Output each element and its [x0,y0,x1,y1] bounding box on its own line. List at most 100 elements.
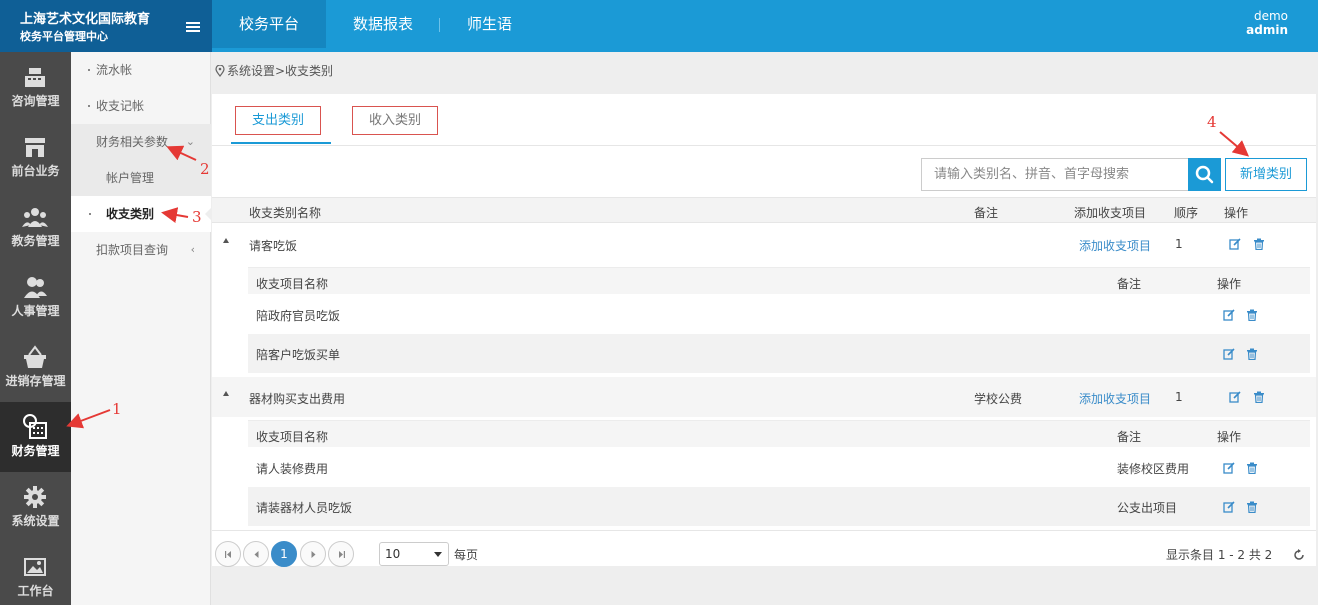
trash-icon[interactable] [1253,238,1265,250]
submenu-item-bookkeeping[interactable]: 收支记帐 [71,88,211,124]
storefront-icon [25,138,45,157]
per-page-select[interactable]: 10 [379,542,449,566]
top-bar: 上海艺术文化国际教育 校务平台管理中心 校务平台 数据报表 师生语 demo a… [0,0,1318,52]
page-number-button[interactable]: 1 [271,541,297,567]
edit-icon[interactable] [1223,348,1235,360]
table-row: 请客吃饭 添加收支项目 1 [212,224,1316,264]
breadcrumb: 系统设置>收支类别 [212,52,1318,90]
tab-bar: 支出类别 收入类别 [212,94,1316,146]
add-category-button[interactable]: 新增类别 [1225,158,1307,191]
submenu-item-deduction-query[interactable]: 扣款项目查询 ‹ [71,232,211,268]
submenu-item-accounts[interactable]: 帐户管理 [71,160,211,196]
add-item-link[interactable]: 添加收支项目 [1079,390,1151,407]
sidebar-item-label: 前台业务 [11,164,60,178]
trash-icon[interactable] [1246,501,1258,513]
table-row: 器材购买支出费用 学校公费 添加收支项目 1 [212,377,1316,417]
chevron-down-icon [434,552,442,557]
last-page-button[interactable] [328,541,354,567]
trash-icon[interactable] [1246,462,1258,474]
category-remark: 学校公费 [974,392,1023,406]
edit-icon[interactable] [1229,391,1241,403]
nav-item-data-reports[interactable]: 数据报表 [326,0,441,48]
sidebar-item-workbench[interactable]: 工作台 [0,542,71,605]
tab-label: 支出类别 [252,113,305,128]
item-remark: 公支出项目 [1117,501,1178,515]
add-item-link[interactable]: 添加收支项目 [1079,237,1151,254]
annotation-number: 1 [112,400,122,418]
nav-item-teacher-student[interactable]: 师生语 [440,0,539,48]
next-page-icon [311,551,316,558]
finance-calendar-icon [23,414,47,439]
user-info[interactable]: demo admin [1246,9,1288,37]
tab-expense-categories[interactable]: 支出类别 [235,106,322,135]
user-name: demo [1253,9,1288,23]
submenu-item-categories[interactable]: 收支类别 [71,196,211,232]
people-icon [24,277,47,298]
item-name: 请装器材人员吃饭 [256,501,353,515]
nav-label: 校务平台 [239,15,300,33]
sidebar-item-finance[interactable]: 财务管理 [0,402,71,472]
nav-item-campus-platform[interactable]: 校务平台 [212,0,327,48]
sidebar-item-label: 教务管理 [11,234,60,248]
sub-table-header: 收支项目名称 备注 操作 [248,420,1310,447]
edit-icon[interactable] [1223,501,1235,513]
sidebar-item-front-desk[interactable]: 前台业务 [0,122,71,192]
sub-column-header-name: 收支项目名称 [256,430,329,444]
sidebar-item-consulting[interactable]: 咨询管理 [0,52,71,122]
sidebar-item-academic[interactable]: 教务管理 [0,192,71,262]
tab-income-categories[interactable]: 收入类别 [352,106,439,135]
bullet-icon [88,69,90,71]
sidebar-item-inventory[interactable]: 进销存管理 [0,332,71,402]
table-header: 收支类别名称 备注 添加收支项目 顺序 操作 [212,197,1316,223]
column-header-add-item: 添加收支项目 [1074,206,1147,220]
refresh-icon[interactable] [1293,549,1305,561]
sidebar-item-label: 人事管理 [11,304,60,318]
item-remark: 装修校区费用 [1117,462,1190,476]
edit-icon[interactable] [1229,238,1241,250]
edit-icon[interactable] [1223,309,1235,321]
sidebar-item-system-settings[interactable]: 系统设置 [0,472,71,542]
first-page-button[interactable] [215,541,241,567]
trash-icon[interactable] [1246,348,1258,360]
pagination: 1 10 每页 显示条目 1 - 2 共 2 [212,530,1316,567]
cash-register-icon [25,68,45,87]
annotation-number: 2 [200,160,210,178]
submenu-item-finance-params[interactable]: 财务相关参数 ⌄ [71,124,211,160]
expand-toggle-icon[interactable] [223,238,229,243]
submenu-label: 财务相关参数 [96,135,169,149]
list-item: 陪客户吃饭买单 [248,334,1310,373]
category-order: 1 [1175,237,1183,251]
active-tab-indicator [231,142,331,144]
main-nav: 校务平台 数据报表 师生语 [212,0,539,52]
search-input[interactable] [921,158,1189,191]
trash-icon[interactable] [1246,309,1258,321]
column-header-remark: 备注 [974,206,999,220]
item-name: 陪客户吃饭买单 [256,348,341,362]
prev-page-button[interactable] [243,541,269,567]
image-icon [24,558,46,576]
submenu-label: 扣款项目查询 [96,243,169,257]
edit-icon[interactable] [1223,462,1235,474]
user-role: admin [1246,23,1288,37]
sidebar-item-label: 财务管理 [11,444,60,458]
search-button[interactable] [1188,158,1221,191]
trash-icon[interactable] [1253,391,1265,403]
expand-toggle-icon[interactable] [223,391,229,396]
category-name: 请客吃饭 [249,239,298,253]
next-page-button[interactable] [300,541,326,567]
menu-toggle-icon[interactable] [186,22,200,33]
tab-label: 收入类别 [369,113,422,128]
submenu-item-ledger[interactable]: 流水帐 [71,52,211,88]
basket-icon [24,345,46,368]
column-header-order: 顺序 [1174,206,1199,220]
column-header-ops: 操作 [1224,206,1249,220]
sub-column-header-ops: 操作 [1217,277,1242,291]
sub-column-header-remark: 备注 [1117,430,1142,444]
sidebar-item-hr[interactable]: 人事管理 [0,262,71,332]
brand: 上海艺术文化国际教育 校务平台管理中心 [0,0,212,52]
sub-column-header-remark: 备注 [1117,277,1142,291]
item-name: 陪政府官员吃饭 [256,309,341,323]
prev-page-icon [254,551,259,558]
sub-table-header: 收支项目名称 备注 操作 [248,267,1310,294]
pager-summary: 显示条目 1 - 2 共 2 [1166,548,1273,562]
